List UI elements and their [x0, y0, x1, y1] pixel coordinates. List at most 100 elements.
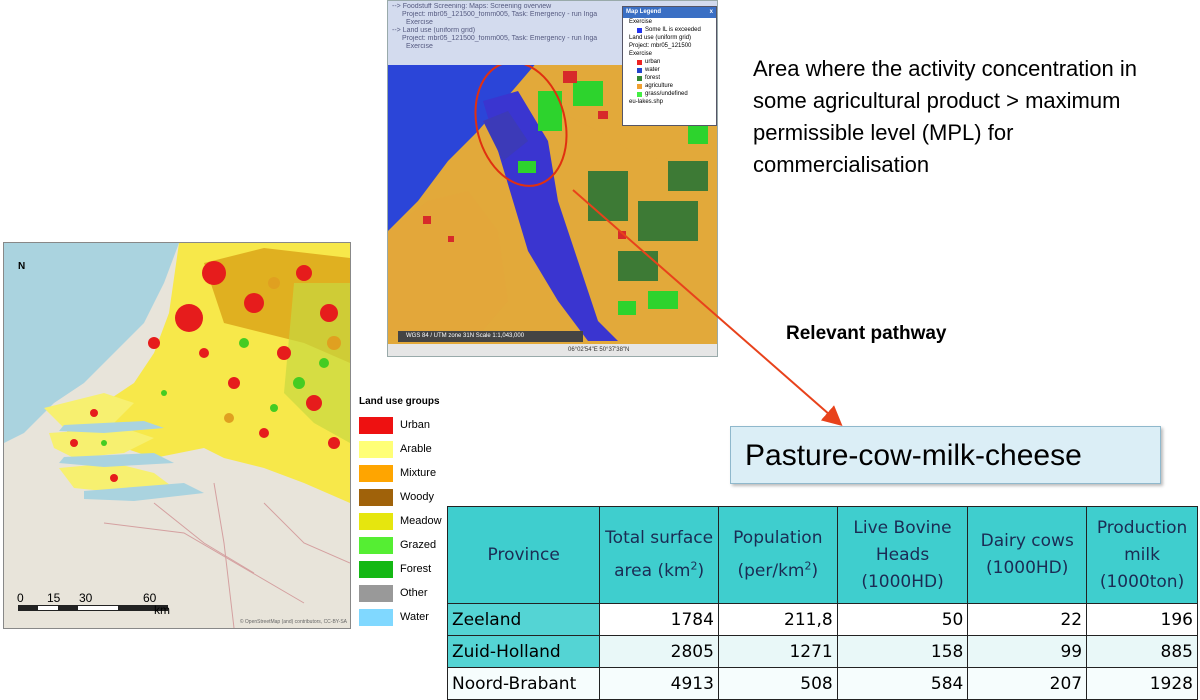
legend-label: Woody — [400, 491, 435, 503]
land-use-map: N 0 15 30 60 km © OpenStreetMap (and) co… — [3, 242, 351, 629]
gis-legend-item[interactable]: grass/undefined — [623, 90, 716, 98]
gis-legend-label: forest — [645, 75, 661, 81]
table-cell: 584 — [836, 667, 969, 700]
table-row: Zeeland 1784 211,8 50 22 196 — [446, 603, 1198, 636]
gis-legend-item[interactable]: Exercise — [623, 18, 716, 26]
gis-legend-swatch — [637, 83, 642, 89]
gis-legend-item[interactable]: agriculture — [623, 82, 716, 90]
legend-label: Mixture — [400, 467, 437, 479]
province-cell: Zeeland — [446, 603, 601, 636]
table-cell: 1784 — [599, 603, 719, 636]
gis-legend-label: Exercise — [629, 19, 653, 25]
province-cell: Noord-Brabant — [446, 667, 601, 700]
gis-legend-label: eu-lakes.shp — [629, 99, 664, 105]
gis-legend-label: agriculture — [645, 83, 674, 89]
legend-item: Water — [359, 605, 454, 629]
gis-status-bar: 06°02'54"E 50°37'38"N — [388, 344, 717, 356]
legend-title: Land use groups — [359, 396, 440, 407]
table-cell: 50 — [836, 603, 969, 636]
close-icon[interactable]: x — [710, 7, 713, 18]
table-header: Total surface area (km2) — [599, 506, 719, 604]
table-cell: 4913 — [599, 667, 719, 700]
scale-tick: 30 — [79, 591, 93, 605]
gis-legend-label: water — [645, 67, 660, 73]
table-header: Live Bovine Heads (1000HD) — [836, 506, 969, 604]
gis-legend-item[interactable]: Land use (uniform grid) — [623, 34, 716, 42]
gis-legend-item[interactable]: Some IL is exceeded — [623, 26, 716, 34]
gis-legend-label: Some IL is exceeded — [645, 27, 701, 33]
gis-legend-item[interactable]: forest — [623, 74, 716, 82]
legend-swatch — [359, 608, 393, 626]
gis-legend-item[interactable]: Project: mbr05_121500 — [623, 42, 716, 50]
gis-legend-swatch — [637, 91, 642, 97]
legend-item: Arable — [359, 437, 454, 461]
gis-map-window[interactable]: --> Foodstuff Screening: Maps: Screening… — [387, 0, 718, 357]
north-arrow-icon: N — [18, 261, 26, 272]
legend-label: Urban — [400, 419, 430, 431]
table-cell: 196 — [1086, 603, 1198, 636]
table-cell: 508 — [717, 667, 838, 700]
legend-item: Other — [359, 581, 454, 605]
legend-swatch — [359, 440, 393, 458]
gis-legend-titlebar[interactable]: Map Legend x — [623, 7, 716, 18]
gis-legend-swatch — [637, 59, 642, 65]
table-cell: 2805 — [599, 635, 719, 668]
pathway-box: Pasture-cow-milk-cheese — [730, 426, 1161, 484]
gis-legend-item[interactable]: eu-lakes.shp — [623, 98, 716, 106]
scale-tick: 0 — [17, 591, 24, 605]
legend-item: Woody — [359, 485, 454, 509]
scale-unit: km — [154, 603, 170, 617]
legend-label: Grazed — [400, 539, 437, 551]
table-header-text: Population (per/km2) — [733, 528, 823, 581]
province-table: Province Total surface area (km2) Popula… — [446, 506, 1198, 700]
gis-map-legend-panel[interactable]: Map Legend x Exercise Some IL is exceeded… — [622, 6, 717, 126]
gis-legend-label: urban — [645, 59, 661, 65]
table-header: Dairy cows (1000HD) — [967, 506, 1088, 604]
gis-legend-label: Land use (uniform grid) — [629, 35, 692, 41]
table-cell: 207 — [967, 667, 1088, 700]
table-row: Zuid-Holland 2805 1271 158 99 885 — [446, 635, 1198, 668]
gis-legend-swatch — [637, 27, 642, 33]
gis-scalebar: WGS 84 / UTM zone 31N Scale 1:1,043,000 — [398, 331, 583, 342]
pathway-heading: Relevant pathway — [786, 323, 947, 344]
land-use-legend: Land use groups Urban Arable Mixture Woody M… — [359, 396, 454, 631]
table-cell: 1928 — [1086, 667, 1198, 700]
legend-label: Other — [400, 587, 428, 599]
legend-label: Meadow — [400, 515, 442, 527]
legend-swatch — [359, 536, 393, 554]
gis-legend-label: Project: mbr05_121500 — [629, 43, 692, 49]
gis-legend-swatch — [637, 67, 642, 73]
legend-item: Forest — [359, 557, 454, 581]
scale-tick: 15 — [47, 591, 61, 605]
table-cell: 158 — [836, 635, 969, 668]
gis-legend-label: Exercise — [629, 51, 653, 57]
table-cell: 211,8 — [717, 603, 838, 636]
table-row: Noord-Brabant 4913 508 584 207 1928 — [446, 667, 1198, 700]
table-cell: 22 — [967, 603, 1088, 636]
legend-swatch — [359, 512, 393, 530]
legend-swatch — [359, 416, 393, 434]
table-cell: 885 — [1086, 635, 1198, 668]
legend-item: Grazed — [359, 533, 454, 557]
gis-legend-title: Map Legend — [626, 9, 662, 15]
legend-label: Water — [400, 611, 429, 623]
legend-swatch — [359, 464, 393, 482]
annotation-note: Area where the activity concentration in… — [753, 56, 1137, 177]
table-cell: 1271 — [717, 635, 838, 668]
legend-swatch — [359, 584, 393, 602]
gis-legend-item[interactable]: water — [623, 66, 716, 74]
legend-swatch — [359, 488, 393, 506]
gis-coordinates: 06°02'54"E 50°37'38"N — [568, 347, 630, 353]
land-use-map-graphic — [4, 243, 350, 628]
gis-legend-item[interactable]: urban — [623, 58, 716, 66]
legend-label: Arable — [400, 443, 432, 455]
gis-legend-swatch — [637, 75, 642, 81]
legend-item: Urban — [359, 413, 454, 437]
province-cell: Zuid-Holland — [446, 635, 601, 668]
gis-legend-item[interactable]: Exercise — [623, 50, 716, 58]
legend-swatch — [359, 560, 393, 578]
legend-item: Mixture — [359, 461, 454, 485]
map-attribution: © OpenStreetMap (and) contributors, CC-B… — [239, 619, 347, 625]
table-header: Population (per/km2) — [717, 506, 838, 604]
table-cell: 99 — [967, 635, 1088, 668]
